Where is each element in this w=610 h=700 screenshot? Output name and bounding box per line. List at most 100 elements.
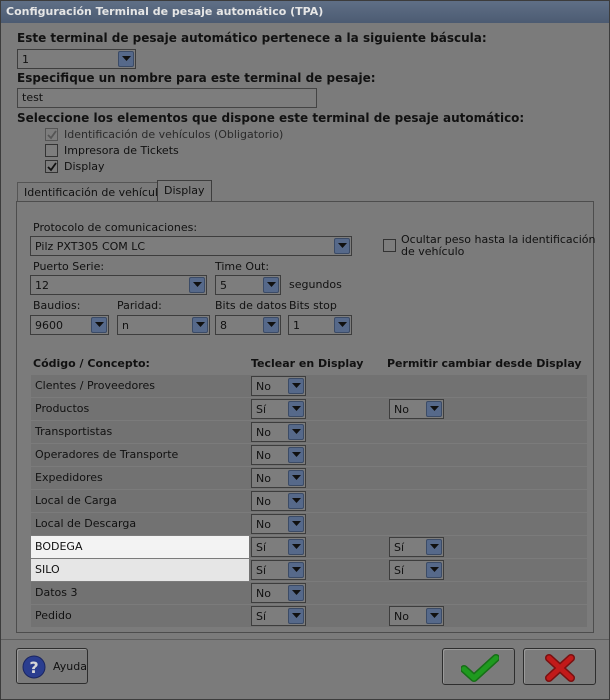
concept-cell[interactable]: SILO xyxy=(31,559,249,581)
chevron-down-icon[interactable] xyxy=(288,447,304,463)
chevron-down-icon[interactable] xyxy=(263,277,279,293)
concept-cell[interactable]: BODEGA xyxy=(31,536,249,558)
scale-label: Este terminal de pesaje automático perte… xyxy=(17,31,487,45)
type-in-display-value: No xyxy=(256,426,271,439)
chevron-down-icon[interactable] xyxy=(288,562,304,578)
table-row: Productos Sí No xyxy=(31,398,587,420)
type-in-display-select[interactable]: No xyxy=(251,514,306,534)
chevron-down-icon[interactable] xyxy=(192,317,208,333)
type-in-display-select[interactable]: No xyxy=(251,445,306,465)
chevron-down-icon[interactable] xyxy=(426,562,442,578)
terminal-name-input[interactable]: test xyxy=(17,88,317,108)
port-select[interactable]: 12 xyxy=(30,275,207,295)
type-in-display-select[interactable]: No xyxy=(251,491,306,511)
type-in-display-cell: No xyxy=(249,490,387,512)
type-in-display-cell: No xyxy=(249,421,387,443)
scale-value: 1 xyxy=(22,53,29,66)
databits-select[interactable]: 8 xyxy=(215,315,281,335)
cancel-button[interactable] xyxy=(523,648,596,685)
port-value: 12 xyxy=(35,279,49,292)
allow-change-select[interactable]: No xyxy=(389,606,444,626)
table-row: Expedidores No xyxy=(31,467,587,489)
hide-weight-label-2: de vehículo xyxy=(401,245,465,258)
type-in-display-select[interactable]: No xyxy=(251,468,306,488)
chevron-down-icon[interactable] xyxy=(263,317,279,333)
chevron-down-icon[interactable] xyxy=(118,51,134,67)
ticket-printer-label: Impresora de Tickets xyxy=(64,144,179,157)
parity-label: Paridad: xyxy=(117,299,162,312)
allow-change-select[interactable]: No xyxy=(389,399,444,419)
chevron-down-icon[interactable] xyxy=(91,317,107,333)
concept-cell[interactable]: Operadores de Transporte xyxy=(31,444,249,466)
chevron-down-icon[interactable] xyxy=(334,317,350,333)
type-in-display-select[interactable]: No xyxy=(251,583,306,603)
chevron-down-icon[interactable] xyxy=(426,539,442,555)
chevron-down-icon[interactable] xyxy=(288,424,304,440)
chevron-down-icon[interactable] xyxy=(334,238,350,254)
chevron-down-icon[interactable] xyxy=(288,493,304,509)
type-in-display-select[interactable]: Sí xyxy=(251,399,306,419)
protocol-label: Protocolo de comunicaciones: xyxy=(33,221,198,234)
tab-vehicle-identification[interactable]: Identificación de vehículos xyxy=(17,182,178,203)
scale-select[interactable]: 1 xyxy=(17,49,136,69)
type-in-display-value: No xyxy=(256,495,271,508)
type-in-display-cell: Sí xyxy=(249,398,387,420)
chevron-down-icon[interactable] xyxy=(288,378,304,394)
concept-cell[interactable]: Expedidores xyxy=(31,467,249,489)
concept-cell[interactable]: Local de Descarga xyxy=(31,513,249,535)
type-in-display-select[interactable]: No xyxy=(251,422,306,442)
type-in-display-select[interactable]: No xyxy=(251,376,306,396)
allow-change-select[interactable]: Sí xyxy=(389,560,444,580)
chevron-down-icon[interactable] xyxy=(288,470,304,486)
type-in-display-cell: Sí xyxy=(249,559,387,581)
concept-cell[interactable]: Pedido xyxy=(31,605,249,627)
chevron-down-icon[interactable] xyxy=(288,401,304,417)
concept-cell[interactable]: Transportistas xyxy=(31,421,249,443)
timeout-select[interactable]: 5 xyxy=(215,275,281,295)
concept-cell[interactable]: Datos 3 xyxy=(31,582,249,604)
parity-select[interactable]: n xyxy=(117,315,210,335)
concept-cell[interactable]: Local de Carga xyxy=(31,490,249,512)
baud-select[interactable]: 9600 xyxy=(30,315,109,335)
allow-change-cell: No xyxy=(387,398,587,420)
chevron-down-icon[interactable] xyxy=(288,585,304,601)
chevron-down-icon[interactable] xyxy=(288,516,304,532)
chevron-down-icon[interactable] xyxy=(288,608,304,624)
checkmark-icon xyxy=(461,654,499,682)
help-button[interactable]: ? Ayuda xyxy=(16,648,88,684)
col-header-type-in-display: Teclear en Display xyxy=(251,357,364,370)
type-in-display-value: No xyxy=(256,380,271,393)
concept-cell[interactable]: Clentes / Proveedores xyxy=(31,375,249,397)
col-header-allow-change: Permitir cambiar desde Display xyxy=(387,357,582,370)
config-dialog: Configuración Terminal de pesaje automát… xyxy=(0,0,610,700)
chevron-down-icon[interactable] xyxy=(189,277,205,293)
timeout-label: Time Out: xyxy=(215,260,270,273)
chevron-down-icon[interactable] xyxy=(426,608,442,624)
ok-button[interactable] xyxy=(442,648,515,685)
type-in-display-value: No xyxy=(256,472,271,485)
type-in-display-cell: No xyxy=(249,513,387,535)
type-in-display-select[interactable]: Sí xyxy=(251,560,306,580)
ticket-printer-checkbox[interactable] xyxy=(45,144,58,157)
allow-change-cell xyxy=(387,513,587,535)
allow-change-select[interactable]: Sí xyxy=(389,537,444,557)
display-tab-panel: Protocolo de comunicaciones: Pilz PXT305… xyxy=(16,201,595,633)
tab-display[interactable]: Display xyxy=(157,180,212,203)
type-in-display-value: No xyxy=(256,518,271,531)
display-checkbox[interactable] xyxy=(45,160,58,173)
type-in-display-select[interactable]: Sí xyxy=(251,537,306,557)
chevron-down-icon[interactable] xyxy=(288,539,304,555)
type-in-display-select[interactable]: Sí xyxy=(251,606,306,626)
databits-label: Bits de datos xyxy=(215,299,287,312)
table-row: Clentes / Proveedores No xyxy=(31,375,587,397)
type-in-display-value: No xyxy=(256,587,271,600)
vehicle-id-checkbox[interactable] xyxy=(45,128,58,141)
chevron-down-icon[interactable] xyxy=(426,401,442,417)
table-row: Local de Descarga No xyxy=(31,513,587,535)
elements-label: Seleccione los elementos que dispone est… xyxy=(17,111,525,125)
concept-cell[interactable]: Productos xyxy=(31,398,249,420)
stopbits-select[interactable]: 1 xyxy=(288,315,352,335)
protocol-select[interactable]: Pilz PXT305 COM LC xyxy=(30,236,352,256)
hide-weight-checkbox[interactable] xyxy=(383,239,396,252)
type-in-display-cell: Sí xyxy=(249,536,387,558)
